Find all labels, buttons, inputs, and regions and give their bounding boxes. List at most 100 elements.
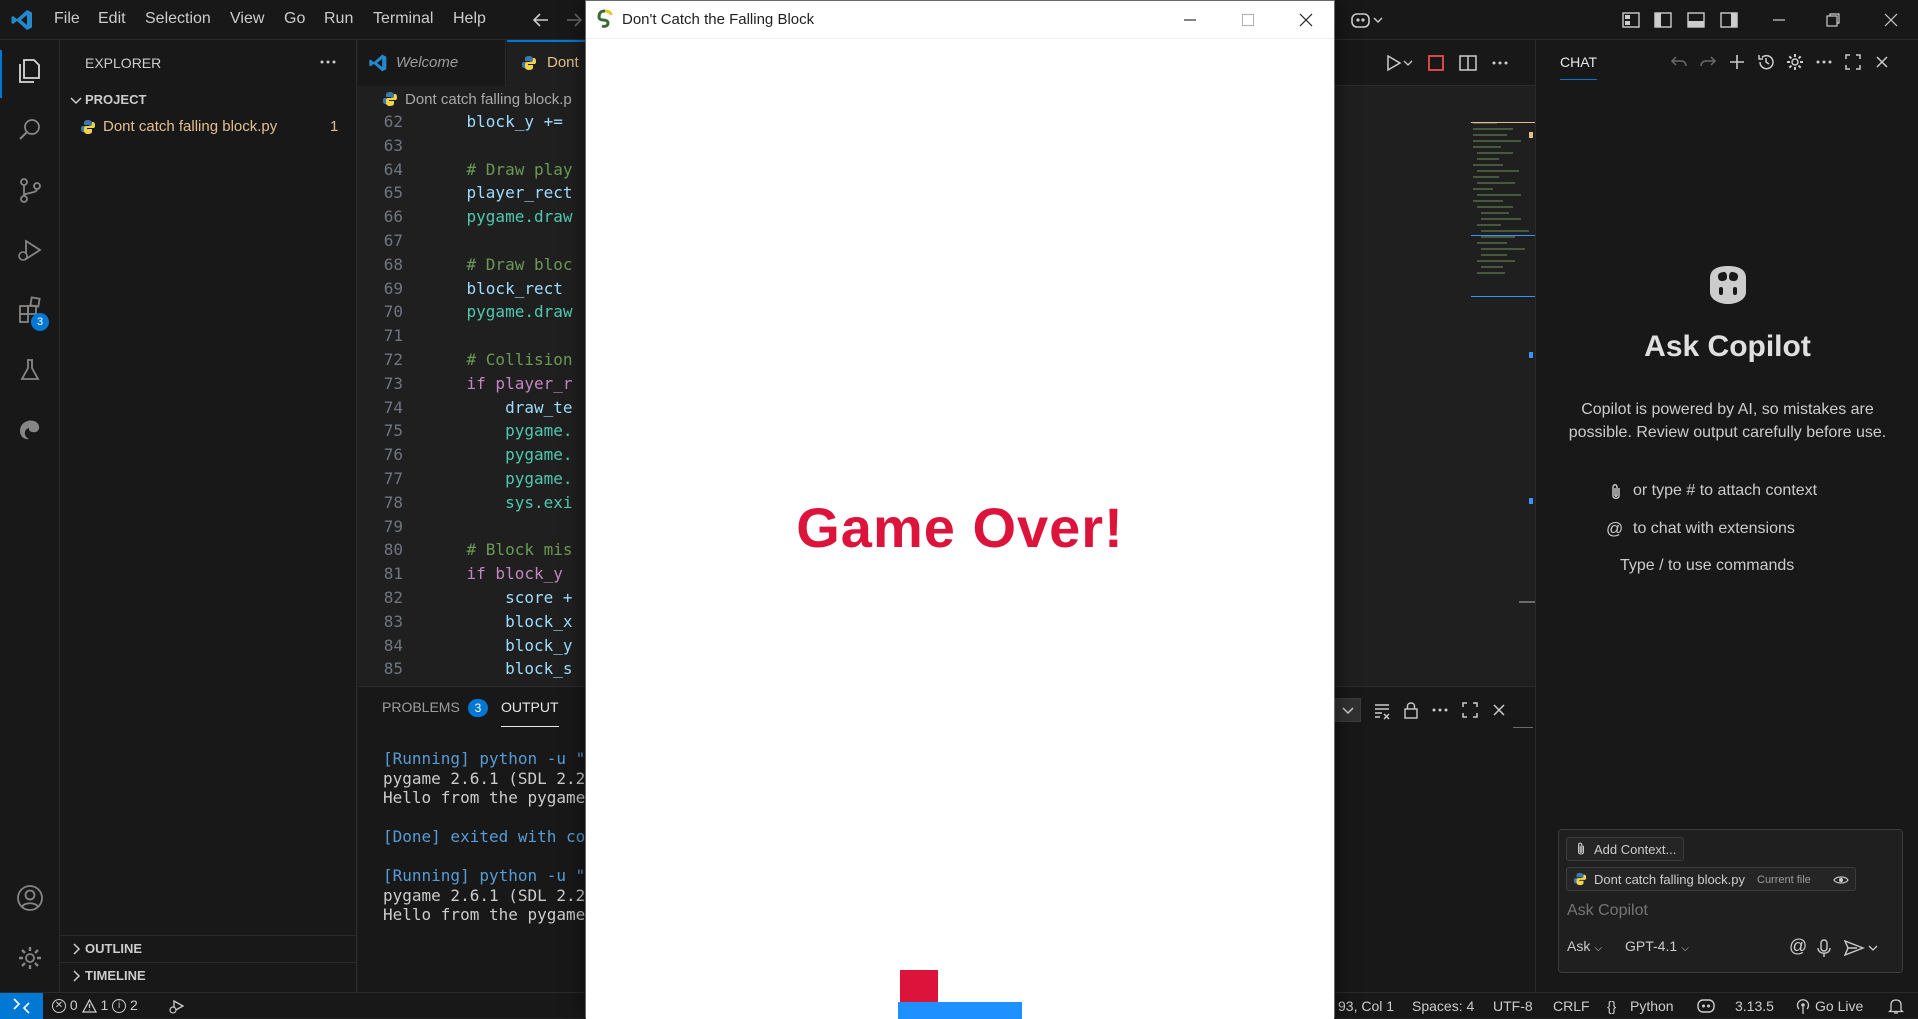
toggle-secondary-sidebar-icon[interactable] (1718, 9, 1740, 31)
menu-edit[interactable]: Edit (98, 10, 126, 28)
maximize-panel-icon[interactable] (1460, 700, 1480, 720)
explorer-icon[interactable] (14, 54, 46, 86)
code-text: sys.exi (428, 492, 573, 512)
project-folder[interactable]: PROJECT (60, 88, 356, 112)
tab-chat[interactable]: CHAT (1560, 54, 1598, 80)
problems-status[interactable]: ✕ 0 1 i 2 (52, 997, 138, 1015)
debug-run-icon[interactable] (168, 997, 186, 1015)
context-file-chip[interactable]: Dont catch falling block.py Current file (1566, 867, 1856, 891)
send-icon[interactable] (1843, 938, 1883, 958)
search-icon[interactable] (14, 114, 46, 146)
minimap[interactable] (1415, 112, 1535, 684)
file-item[interactable]: Dont catch falling block.py 1 (60, 114, 356, 140)
copilot-menu-icon[interactable] (1350, 9, 1386, 31)
maximize-icon[interactable] (1239, 11, 1257, 29)
run-file-icon[interactable] (1384, 53, 1416, 73)
timeline-section[interactable]: TIMELINE (60, 965, 356, 987)
mode-dropdown[interactable]: Ask ⌵ (1567, 938, 1602, 960)
model-dropdown[interactable]: GPT-4.1 ⌵ (1625, 938, 1689, 960)
language-mode[interactable]: Python (1630, 998, 1674, 1014)
close-icon[interactable] (1297, 11, 1315, 29)
divider (1513, 727, 1533, 728)
settings-gear-icon[interactable] (1785, 52, 1805, 72)
undo-icon[interactable] (1669, 52, 1689, 72)
outline-label: OUTLINE (85, 941, 143, 956)
line-number: 85 (383, 659, 403, 679)
chat-input[interactable] (1567, 899, 1887, 923)
mode-label: Ask (1567, 938, 1591, 954)
output-channel-dropdown[interactable] (1335, 698, 1361, 722)
line-number: 71 (383, 326, 403, 346)
restore-icon[interactable] (1822, 9, 1844, 31)
line-ending[interactable]: CRLF (1553, 998, 1590, 1014)
copilot-icon (1702, 262, 1754, 308)
maximize-icon[interactable] (1843, 52, 1863, 72)
menu-go[interactable]: Go (284, 10, 305, 28)
forward-arrow-icon[interactable] (563, 9, 585, 31)
add-context-button[interactable]: Add Context... (1566, 837, 1684, 861)
minimize-icon[interactable] (1181, 11, 1199, 29)
game-window: Don't Catch the Falling Block Game Over! (585, 0, 1335, 1019)
accounts-icon[interactable] (14, 882, 46, 914)
testing-icon[interactable] (14, 354, 46, 386)
outline-section[interactable]: OUTLINE (60, 938, 356, 960)
tab-welcome-label: Welcome (396, 54, 459, 71)
close-icon[interactable] (1872, 52, 1892, 72)
new-chat-icon[interactable] (1727, 52, 1747, 72)
menu-file[interactable]: File (54, 10, 80, 28)
project-label: PROJECT (85, 92, 147, 107)
eye-icon[interactable] (1833, 872, 1849, 888)
indentation[interactable]: Spaces: 4 (1412, 998, 1474, 1014)
output-line: [Done] exited with co (383, 827, 586, 846)
line-number: 84 (383, 635, 403, 655)
game-window-titlebar[interactable]: Don't Catch the Falling Block (586, 1, 1334, 39)
lock-scroll-icon[interactable] (1401, 700, 1421, 720)
redo-icon[interactable] (1698, 52, 1718, 72)
more-actions-icon[interactable] (1430, 700, 1450, 720)
back-arrow-icon[interactable] (530, 9, 552, 31)
edge-devtools-icon[interactable] (14, 414, 46, 446)
toggle-panel-icon[interactable] (1685, 9, 1707, 31)
more-actions-icon[interactable] (1814, 52, 1834, 72)
copilot-status-icon[interactable] (1696, 997, 1716, 1015)
game-canvas[interactable]: Game Over! (586, 39, 1334, 1019)
clear-output-icon[interactable] (1372, 700, 1392, 720)
manage-gear-icon[interactable] (14, 942, 46, 974)
stop-icon[interactable] (1426, 53, 1446, 73)
menu-selection[interactable]: Selection (145, 10, 211, 28)
menu-view[interactable]: View (230, 10, 264, 28)
menu-help[interactable]: Help (453, 10, 486, 28)
remote-indicator[interactable] (0, 993, 43, 1019)
output-line: Hello from the pygame (383, 905, 586, 924)
mention-icon[interactable]: @ (1789, 936, 1807, 957)
cursor-position[interactable]: 93, Col 1 (1338, 998, 1394, 1014)
toggle-primary-sidebar-icon[interactable] (1652, 9, 1674, 31)
python-version[interactable]: 3.13.5 (1735, 998, 1774, 1014)
close-panel-icon[interactable] (1489, 700, 1509, 720)
menu-run[interactable]: Run (324, 10, 353, 28)
more-actions-icon[interactable] (318, 52, 338, 72)
minimize-icon[interactable] (1768, 9, 1790, 31)
close-icon[interactable] (1880, 9, 1902, 31)
source-control-icon[interactable] (14, 174, 46, 206)
tab-problems[interactable]: PROBLEMS 3 (382, 699, 488, 727)
microphone-icon[interactable] (1815, 938, 1833, 958)
chat-heading: Ask Copilot (1644, 330, 1811, 363)
code-text: draw_te (428, 397, 573, 417)
more-actions-icon[interactable] (1490, 53, 1510, 73)
breadcrumb-file[interactable]: Dont catch falling block.p (405, 91, 572, 108)
encoding[interactable]: UTF-8 (1493, 998, 1533, 1014)
tab-output[interactable]: OUTPUT (501, 699, 559, 727)
problems-count-badge: 3 (467, 699, 488, 717)
line-number: 62 (383, 112, 403, 131)
tab-active-label: Dont (547, 54, 579, 71)
run-debug-icon[interactable] (14, 234, 46, 266)
go-live-button[interactable]: Go Live (1815, 998, 1863, 1014)
notifications-bell-icon[interactable] (1888, 997, 1904, 1015)
tab-welcome[interactable]: Welcome (358, 40, 506, 86)
split-editor-icon[interactable] (1458, 53, 1478, 73)
customize-layout-icon[interactable] (1620, 9, 1642, 31)
history-icon[interactable] (1756, 52, 1776, 72)
menu-terminal[interactable]: Terminal (373, 10, 433, 28)
code-text: player_rect (428, 183, 573, 203)
